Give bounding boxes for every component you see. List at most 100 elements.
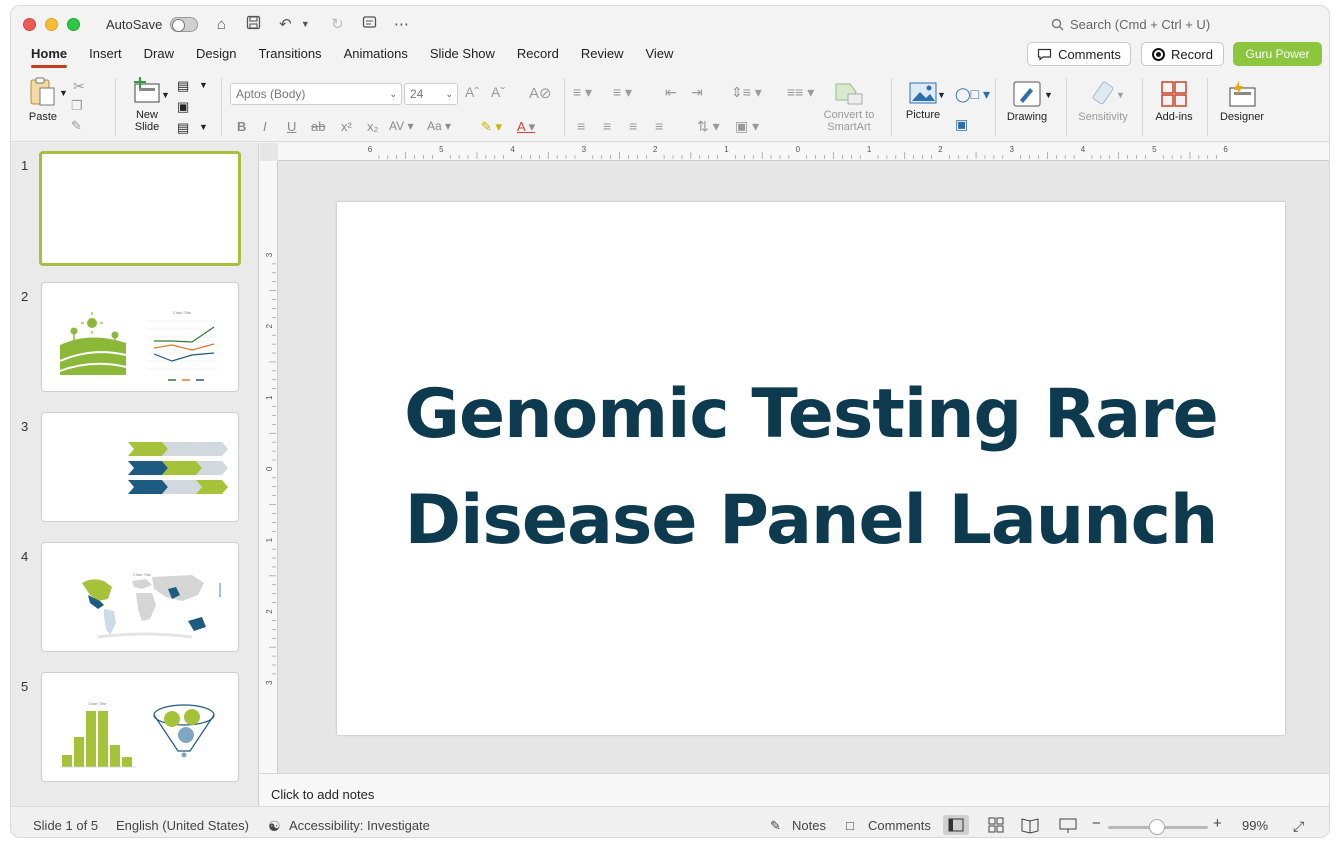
notes-toggle[interactable]: Notes: [792, 818, 826, 833]
normal-view-button[interactable]: [943, 815, 969, 835]
zoom-window-button[interactable]: [67, 17, 80, 31]
font-color-icon[interactable]: A ▾: [517, 119, 535, 135]
sensitivity-button[interactable]: Sensitivity: [1073, 80, 1133, 123]
slide-thumbnail-2[interactable]: Chart Title: [41, 282, 239, 392]
current-slide[interactable]: Genomic Testing Rare Disease Panel Launc…: [337, 202, 1285, 735]
align-center-icon[interactable]: ≡: [603, 118, 611, 134]
slide-thumbnail-5[interactable]: Chart Title: [41, 672, 239, 782]
zoom-slider-knob[interactable]: [1149, 819, 1165, 835]
text-box-icon[interactable]: ▣: [955, 116, 968, 133]
picture-button[interactable]: Picture: [901, 80, 945, 121]
drawing-button[interactable]: Drawing: [1003, 80, 1051, 123]
bold-icon[interactable]: B: [237, 119, 246, 134]
undo-icon[interactable]: ↶: [276, 15, 294, 33]
tab-design[interactable]: Design: [186, 44, 248, 70]
tab-animations[interactable]: Animations: [334, 44, 420, 70]
increase-indent-icon[interactable]: ⇥: [691, 84, 703, 101]
columns-icon[interactable]: ≡≡ ▾: [787, 84, 814, 101]
language[interactable]: English (United States): [116, 818, 249, 833]
format-painter-icon[interactable]: ✎: [71, 118, 82, 134]
comments-toggle[interactable]: Comments: [868, 818, 931, 833]
autosave-toggle[interactable]: [170, 16, 199, 32]
layout-icon[interactable]: ▤: [177, 78, 189, 94]
line-spacing-icon[interactable]: ⇕≡ ▾: [731, 84, 762, 101]
tab-draw[interactable]: Draw: [134, 44, 186, 70]
underline-icon[interactable]: U: [287, 119, 296, 134]
addins-button[interactable]: Add-ins: [1151, 80, 1197, 123]
shapes-icon[interactable]: ◯□ ▾: [955, 86, 990, 103]
slide-thumbnail-4[interactable]: Chart Title: [41, 542, 239, 652]
decrease-indent-icon[interactable]: ⇤: [665, 84, 677, 101]
zoom-in-icon[interactable]: +: [1213, 815, 1222, 832]
align-text-icon[interactable]: ▣ ▾: [735, 118, 759, 135]
section-dropdown-icon[interactable]: ▼: [199, 122, 208, 132]
zoom-level[interactable]: 99%: [1242, 818, 1268, 833]
slide-thumbnail-panel[interactable]: 1 2 Chart Title 3 4 Chart Title 5 Chart …: [11, 143, 259, 811]
align-right-icon[interactable]: ≡: [629, 118, 637, 134]
character-spacing-icon[interactable]: AV ▾: [389, 119, 413, 133]
notes-icon[interactable]: ✎: [770, 818, 781, 834]
save-icon[interactable]: [244, 15, 262, 34]
paste-dropdown-icon[interactable]: ▼: [59, 88, 68, 98]
copy-icon[interactable]: ❐: [71, 98, 83, 114]
tab-view[interactable]: View: [635, 44, 685, 70]
undo-dropdown-icon[interactable]: ▼: [296, 19, 314, 29]
slide-title[interactable]: Genomic Testing Rare Disease Panel Launc…: [337, 362, 1285, 574]
section-icon[interactable]: ▤: [177, 120, 189, 136]
close-window-button[interactable]: [23, 17, 36, 31]
justify-icon[interactable]: ≡: [655, 118, 663, 134]
comments-button[interactable]: Comments: [1027, 42, 1131, 66]
record-button[interactable]: Record: [1141, 42, 1224, 66]
designer-button[interactable]: Designer: [1215, 80, 1269, 123]
sensitivity-dropdown-icon[interactable]: ▼: [1116, 90, 1125, 100]
paste-button[interactable]: Paste: [23, 76, 63, 123]
text-direction-icon[interactable]: ⇅ ▾: [697, 118, 720, 135]
cut-icon[interactable]: ✂: [73, 78, 85, 95]
grow-font-icon[interactable]: Aˆ: [465, 84, 479, 100]
drawing-dropdown-icon[interactable]: ▼: [1044, 90, 1053, 100]
layout-dropdown-icon[interactable]: ▼: [199, 80, 208, 90]
reset-icon[interactable]: ▣: [177, 99, 189, 115]
slide-sorter-button[interactable]: [983, 815, 1009, 835]
new-slide-button[interactable]: New Slide: [125, 76, 169, 133]
present-icon[interactable]: [360, 15, 378, 34]
zoom-out-icon[interactable]: −: [1092, 815, 1101, 832]
italic-icon[interactable]: I: [263, 119, 267, 134]
numbering-icon[interactable]: ≡ ▾: [613, 84, 632, 101]
shrink-font-icon[interactable]: Aˇ: [491, 84, 505, 100]
search-box[interactable]: Search (Cmd + Ctrl + U): [1051, 17, 1210, 32]
tab-home[interactable]: Home: [21, 44, 79, 70]
new-slide-dropdown-icon[interactable]: ▼: [161, 90, 170, 100]
accessibility-icon[interactable]: ☯: [268, 818, 281, 835]
superscript-icon[interactable]: x²: [341, 119, 352, 134]
tab-review[interactable]: Review: [571, 44, 636, 70]
strikethrough-icon[interactable]: ab: [311, 119, 325, 134]
fit-to-window-icon[interactable]: ⤢: [1293, 818, 1304, 835]
slide-show-button[interactable]: [1055, 815, 1081, 835]
more-icon[interactable]: ⋯: [392, 15, 410, 33]
minimize-window-button[interactable]: [45, 17, 58, 31]
font-size-select[interactable]: 24 ⌄: [404, 83, 458, 105]
convert-smartart-button[interactable]: Convert to SmartArt: [819, 80, 879, 133]
subscript-icon[interactable]: x₂: [367, 119, 379, 134]
accessibility-status[interactable]: Accessibility: Investigate: [289, 818, 430, 833]
highlight-icon[interactable]: ✎ ▾: [481, 119, 502, 135]
bullets-icon[interactable]: ≡ ▾: [573, 84, 592, 101]
slide-thumbnail-3[interactable]: [41, 412, 239, 522]
tab-record[interactable]: Record: [507, 44, 571, 70]
tab-transitions[interactable]: Transitions: [248, 44, 333, 70]
clear-format-icon[interactable]: A⊘: [529, 84, 552, 102]
slide-thumbnail-1[interactable]: [39, 151, 241, 266]
comment-icon[interactable]: □: [846, 818, 854, 833]
ruler-label: 4: [1081, 145, 1086, 154]
guru-power-button[interactable]: Guru Power: [1233, 42, 1322, 66]
reading-view-button[interactable]: [1017, 815, 1043, 835]
picture-dropdown-icon[interactable]: ▼: [937, 90, 946, 100]
tab-insert[interactable]: Insert: [79, 44, 134, 70]
font-name-select[interactable]: Aptos (Body) ⌄: [230, 83, 402, 105]
align-left-icon[interactable]: ≡: [577, 118, 585, 134]
tab-slide-show[interactable]: Slide Show: [420, 44, 507, 70]
redo-icon[interactable]: ↻: [328, 15, 346, 33]
home-icon[interactable]: ⌂: [212, 16, 230, 33]
change-case-icon[interactable]: Aa ▾: [427, 119, 451, 133]
